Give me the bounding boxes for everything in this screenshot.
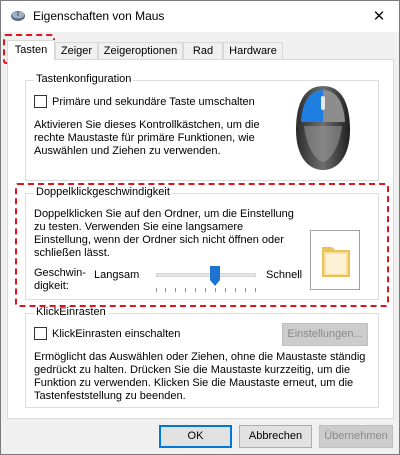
swap-desc-line: rechte Maustaste für primäre Funktionen,… <box>34 132 255 144</box>
window-title: Eigenschaften von Maus <box>33 9 165 23</box>
ok-button[interactable]: OK <box>159 425 232 448</box>
swap-desc-line: Aktivieren Sie dieses Kontrollkästchen, … <box>34 119 260 131</box>
click-lock-checkbox[interactable] <box>34 327 47 340</box>
close-button[interactable]: ✕ <box>365 4 393 28</box>
button-config-label: Tastenkonfiguration <box>34 73 134 85</box>
cancel-button[interactable]: Abbrechen <box>239 425 312 448</box>
click-lock-desc-line: Ermöglicht das Auswählen oder Ziehen, oh… <box>34 351 366 363</box>
tab-zeigeroptionen[interactable]: Zeigeroptionen <box>98 42 183 60</box>
tab-hardware[interactable]: Hardware <box>223 42 283 60</box>
tab-zeiger[interactable]: Zeiger <box>55 42 98 60</box>
swap-desc-line: Auswählen und Ziehen zu verwenden. <box>34 145 221 157</box>
apply-button[interactable]: Übernehmen <box>319 425 393 448</box>
click-lock-desc-line: Funktion zu verwenden. Klicken Sie die M… <box>34 377 354 389</box>
title-bar[interactable]: Eigenschaften von Maus ✕ <box>1 1 399 32</box>
mouse-illustration <box>296 86 350 170</box>
tab-tasten[interactable]: Tasten <box>7 40 55 61</box>
click-lock-desc-line: Tastenfeststellung zu beenden. <box>34 390 186 402</box>
click-lock-desc-line: gedrückt zu halten. Drücken Sie die Maus… <box>34 364 351 376</box>
click-lock-enable-label[interactable]: KlickEinrasten einschalten <box>52 328 180 341</box>
double-click-highlight <box>15 183 389 307</box>
click-lock-label: KlickEinrasten <box>34 306 108 318</box>
tab-strip: Tasten Zeiger Zeigeroptionen Rad Hardwar… <box>7 40 395 61</box>
tab-rad[interactable]: Rad <box>183 42 223 60</box>
mouse-app-icon <box>11 11 25 21</box>
mouse-properties-window: Eigenschaften von Maus ✕ Tasten Zeiger Z… <box>0 0 400 455</box>
swap-buttons-label[interactable]: Primäre und sekundäre Taste umschalten <box>52 96 255 109</box>
click-lock-settings-button[interactable]: Einstellungen... <box>282 323 368 346</box>
swap-buttons-checkbox[interactable] <box>34 95 47 108</box>
close-icon: ✕ <box>372 8 386 25</box>
